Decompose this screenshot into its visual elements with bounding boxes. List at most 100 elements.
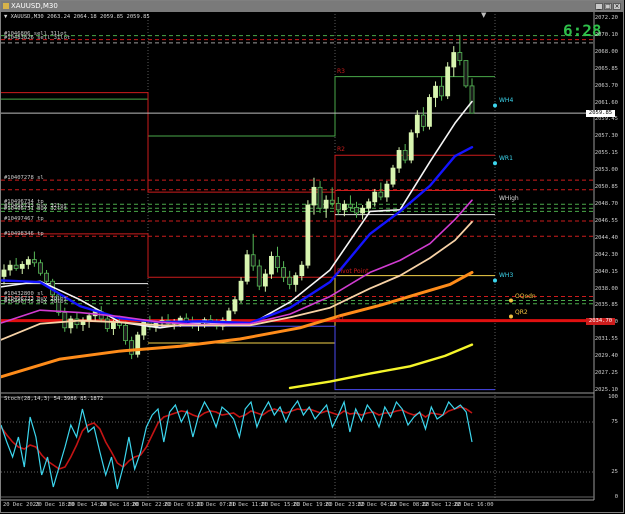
candle-body-48	[293, 275, 299, 285]
order-label: #10496731 buy 32lot	[4, 206, 67, 213]
pivot-label: S1	[337, 316, 345, 324]
candle-body-45	[275, 255, 280, 269]
candle-body-39	[238, 280, 244, 301]
price-axis-label: 2055.15	[594, 150, 618, 157]
price-axis-label: 2025.10	[594, 387, 618, 393]
price-axis-label: 2065.85	[594, 65, 618, 72]
order-label: #10496755 buy 30lot	[4, 298, 67, 305]
candle-body-77	[469, 85, 475, 114]
stoch-axis-label: 75	[611, 419, 618, 425]
candle-body-74	[451, 52, 457, 68]
level-marker-4	[509, 314, 513, 319]
time-axis-label: 20 Dec 2023	[3, 502, 40, 508]
price-axis-label: 2053.00	[594, 167, 618, 174]
candle-body-43	[262, 273, 268, 287]
chart-window: XAUUSD,M30 _ □ × ▼ ▼ XAUUSD,M30 2063.24 …	[0, 0, 625, 514]
stoch-axis-label: 100	[608, 394, 618, 400]
candle-body-61	[372, 191, 378, 203]
pivot-label: R2	[337, 146, 345, 154]
price-axis-label: 2061.60	[594, 99, 618, 106]
candle-body-60	[366, 201, 372, 209]
candle-body-64	[390, 167, 396, 185]
level-label: WH3	[499, 272, 514, 280]
candle-body-76	[463, 60, 469, 87]
candle-body-51	[311, 186, 317, 206]
price-axis-label: 2057.30	[594, 133, 618, 140]
candle-body-5	[31, 259, 37, 264]
pivot-label: R3	[337, 67, 345, 75]
candle-body-53	[323, 199, 329, 209]
candle-body-41	[250, 254, 256, 267]
candle-body-17	[104, 318, 110, 329]
price-axis-label: 2029.40	[594, 353, 618, 360]
time-axis-label: 22 Dec 16:00	[453, 502, 494, 508]
level-marker-3	[509, 298, 513, 303]
price-axis-label: 2070.10	[594, 31, 618, 38]
candle-body-72	[439, 85, 445, 97]
order-label: #10497467 tp	[4, 216, 44, 223]
candle-body-4	[25, 259, 31, 265]
candle-body-70	[427, 97, 432, 127]
price-axis-label: 2068.00	[594, 48, 618, 55]
candle-body-55	[335, 203, 341, 211]
candle-body-63	[384, 183, 390, 198]
candle-body-54	[329, 199, 335, 204]
level-label: WH4	[499, 97, 514, 105]
candle-body-66	[402, 150, 408, 161]
candle-body-42	[256, 265, 262, 287]
candle-body-37	[226, 310, 232, 321]
candle-body-38	[232, 299, 238, 312]
symbol-info-line: ▼ XAUUSD,M30 2063.24 2064.18 2059.85 205…	[4, 14, 150, 20]
candle-body-68	[414, 114, 420, 134]
price-axis-label: 2031.55	[594, 336, 618, 343]
price-axis-label: 2046.55	[594, 217, 618, 224]
level-label: QR2	[515, 308, 528, 316]
pivot-label: Pivot Point	[337, 268, 369, 276]
level-label: WHigh	[499, 195, 519, 203]
price-axis-label: 2050.85	[594, 184, 618, 191]
stoch-axis-label: 25	[611, 469, 618, 475]
level-marker-0	[493, 103, 497, 108]
stoch-signal-line	[0, 406, 473, 470]
candle-body-21	[129, 340, 135, 355]
candle-body-57	[348, 203, 353, 208]
candle-body-47	[287, 276, 293, 285]
price-axis-label: 2035.85	[594, 302, 618, 309]
candle-body-1	[7, 264, 13, 271]
price-axis-label: 2038.00	[594, 285, 618, 292]
price-axis-label: 2072.20	[594, 15, 618, 21]
order-label: #10407278 sl	[4, 175, 44, 182]
candle-body-7	[44, 272, 49, 282]
candle-body-44	[269, 255, 274, 275]
level-label: OQodn	[515, 292, 536, 300]
stochastic-label: Stoch(28,14,3) 54.3986 85.1872	[4, 396, 104, 402]
candle-body-75	[457, 52, 463, 61]
candle-body-58	[354, 207, 359, 214]
candle-body-65	[396, 150, 402, 169]
price-axis-label: 2059.45	[594, 116, 618, 123]
candle-body-67	[408, 132, 414, 161]
candle-body-18	[111, 321, 116, 329]
candle-body-2	[13, 264, 19, 269]
candle-body-14	[86, 315, 92, 321]
candle-body-0	[1, 269, 7, 277]
candle-body-50	[305, 204, 311, 266]
candle-body-73	[445, 66, 451, 97]
candle-body-10	[62, 312, 68, 329]
candle-body-46	[281, 267, 286, 278]
price-axis-label: 2048.70	[594, 201, 618, 207]
price-chart[interactable]: ▼	[0, 0, 625, 514]
order-label: #10483826 sell 31lot	[4, 34, 71, 41]
candle-body-52	[317, 186, 323, 209]
candle-body-3	[19, 263, 25, 269]
order-label: #10498346 tp	[4, 231, 44, 238]
pivot-line-5	[148, 325, 495, 391]
price-axis-label: 2040.15	[594, 268, 618, 275]
pivot-line-0	[1, 76, 495, 137]
candle-body-22	[135, 334, 141, 355]
candle-body-59	[360, 207, 365, 214]
candle-body-6	[38, 262, 43, 274]
price-axis-label: 2027.25	[594, 370, 618, 377]
candle-body-56	[341, 203, 347, 211]
price-axis-label: 2042.30	[594, 251, 618, 258]
